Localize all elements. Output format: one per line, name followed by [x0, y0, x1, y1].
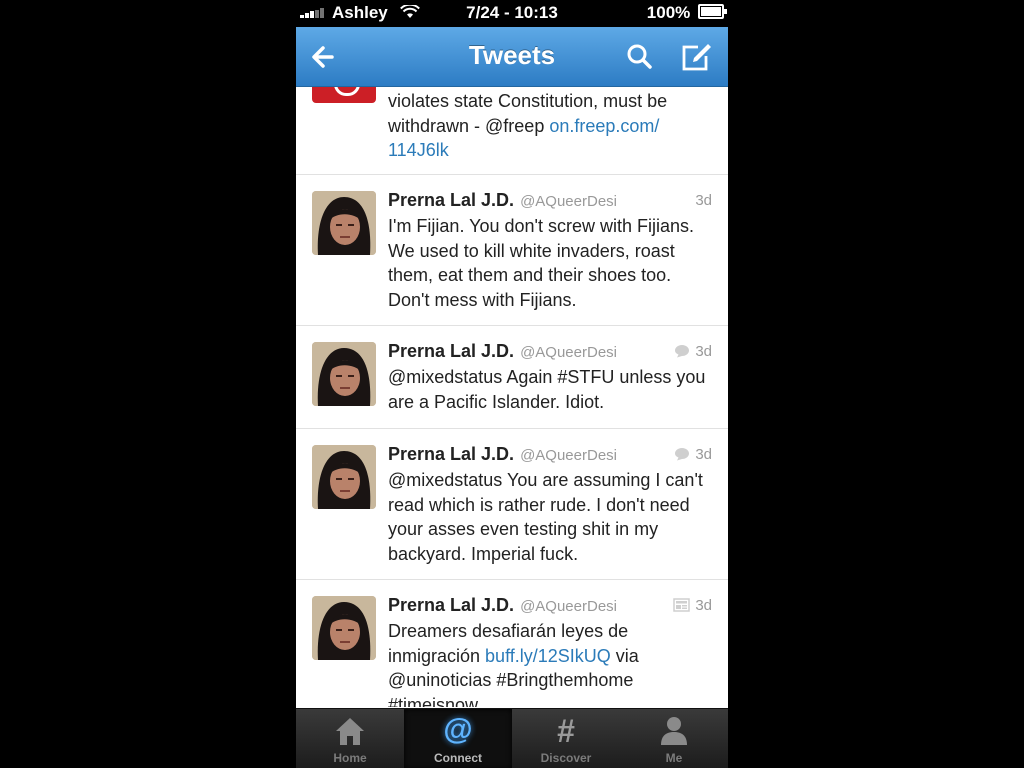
- tweet-text: Dreamers desafiarán leyes de inmigración…: [388, 619, 708, 707]
- battery-icon: [698, 4, 727, 19]
- tweet-time: 3d: [695, 446, 712, 463]
- tweet-timeline[interactable]: violates state Constitution, must be wit…: [296, 87, 728, 707]
- avatar-photo: [312, 596, 376, 660]
- tweet-link[interactable]: on.freep.com/: [549, 116, 659, 136]
- avatar-photo: [312, 445, 376, 509]
- search-button[interactable]: [622, 39, 658, 75]
- hashtag-icon: #: [557, 713, 575, 749]
- tab-label: Connect: [434, 751, 482, 765]
- author-name: Prerna Lal J.D.: [388, 190, 515, 210]
- author-name: Prerna Lal J.D.: [388, 595, 515, 615]
- tweet-link[interactable]: buff.ly/12SIkUQ: [485, 646, 611, 666]
- at-sign-icon: @: [443, 713, 473, 746]
- tweet-item[interactable]: Prerna Lal J.D. @AQueerDesi 3d @mixedstat…: [296, 429, 728, 580]
- tab-me[interactable]: Me: [620, 709, 728, 768]
- tweet-text-line: violates state Constitution, must be: [388, 91, 668, 111]
- author-handle: @AQueerDesi: [520, 447, 617, 464]
- tab-label: Discover: [540, 751, 592, 765]
- page-title: Tweets: [468, 40, 556, 70]
- tweet-time-group: 3d: [674, 343, 712, 360]
- battery-group: 100%: [646, 3, 727, 23]
- tab-discover[interactable]: # Discover: [512, 709, 620, 768]
- tab-label: Home: [333, 751, 367, 765]
- avatar-photo: [312, 191, 376, 255]
- tweet-time: 3d: [695, 597, 712, 614]
- avatar[interactable]: [312, 445, 376, 509]
- compose-button[interactable]: [678, 39, 714, 75]
- tweet-time: 3d: [695, 343, 712, 360]
- home-icon: [336, 718, 364, 745]
- tab-label: Me: [665, 751, 683, 765]
- tweet-partial[interactable]: violates state Constitution, must be wit…: [296, 87, 728, 175]
- avatar[interactable]: [312, 87, 376, 103]
- tweet-text: @mixedstatus Again #STFU unless you are …: [388, 367, 706, 412]
- tweet-time-group: 3d: [673, 597, 712, 614]
- conversation-icon: [675, 448, 690, 461]
- conversation-icon: [675, 345, 690, 358]
- author-name: Prerna Lal J.D.: [388, 444, 515, 464]
- tweet-item[interactable]: Prerna Lal J.D. @AQueerDesi 3d @mixedstat…: [296, 326, 728, 429]
- status-bar: Ashley 7/24 - 10:13 100%: [296, 0, 728, 27]
- tweet-author[interactable]: Prerna Lal J.D. @AQueerDesi: [388, 190, 617, 211]
- tweet-time-group: 3d: [674, 446, 712, 463]
- author-name: Prerna Lal J.D.: [388, 341, 515, 361]
- author-handle: @AQueerDesi: [520, 193, 617, 210]
- avatar-photo: [312, 342, 376, 406]
- media-card-icon: [673, 598, 691, 612]
- person-icon: [661, 717, 687, 745]
- tab-home[interactable]: Home: [296, 709, 404, 768]
- author-handle: @AQueerDesi: [520, 344, 617, 361]
- author-handle: @AQueerDesi: [520, 598, 617, 615]
- compose-icon: [682, 44, 711, 71]
- tweet-author[interactable]: Prerna Lal J.D. @AQueerDesi: [388, 341, 617, 362]
- tweet-text: I'm Fijian. You don't screw with Fijians…: [388, 216, 694, 310]
- tweet-item[interactable]: Prerna Lal J.D. @AQueerDesi 3d Dreamers d…: [296, 580, 728, 707]
- avatar[interactable]: [312, 342, 376, 406]
- nav-bar: Tweets: [296, 27, 728, 87]
- tab-connect[interactable]: @ Connect: [404, 709, 512, 768]
- search-icon: [627, 44, 652, 69]
- tweet-text: @mixedstatus You are assuming I can't re…: [388, 470, 703, 564]
- battery-percent: 100%: [646, 3, 691, 22]
- avatar[interactable]: [312, 191, 376, 255]
- tweet-author[interactable]: Prerna Lal J.D. @AQueerDesi: [388, 444, 617, 465]
- tweet-item[interactable]: Prerna Lal J.D. @AQueerDesi 3d I'm Fijian…: [296, 175, 728, 326]
- avatar[interactable]: [312, 596, 376, 660]
- twitter-app: Tweets violates state Constitution, must…: [296, 27, 728, 768]
- tweet-text-line: withdrawn - @freep: [388, 115, 550, 136]
- tweet-author[interactable]: Prerna Lal J.D. @AQueerDesi: [388, 595, 617, 616]
- tweet-text: violates state Constitution, must be wit…: [388, 89, 708, 163]
- tweet-link[interactable]: 114J6lk: [388, 140, 449, 160]
- tweet-time: 3d: [695, 192, 712, 209]
- tab-bar: Home @ Connect # Discover Me: [296, 708, 728, 768]
